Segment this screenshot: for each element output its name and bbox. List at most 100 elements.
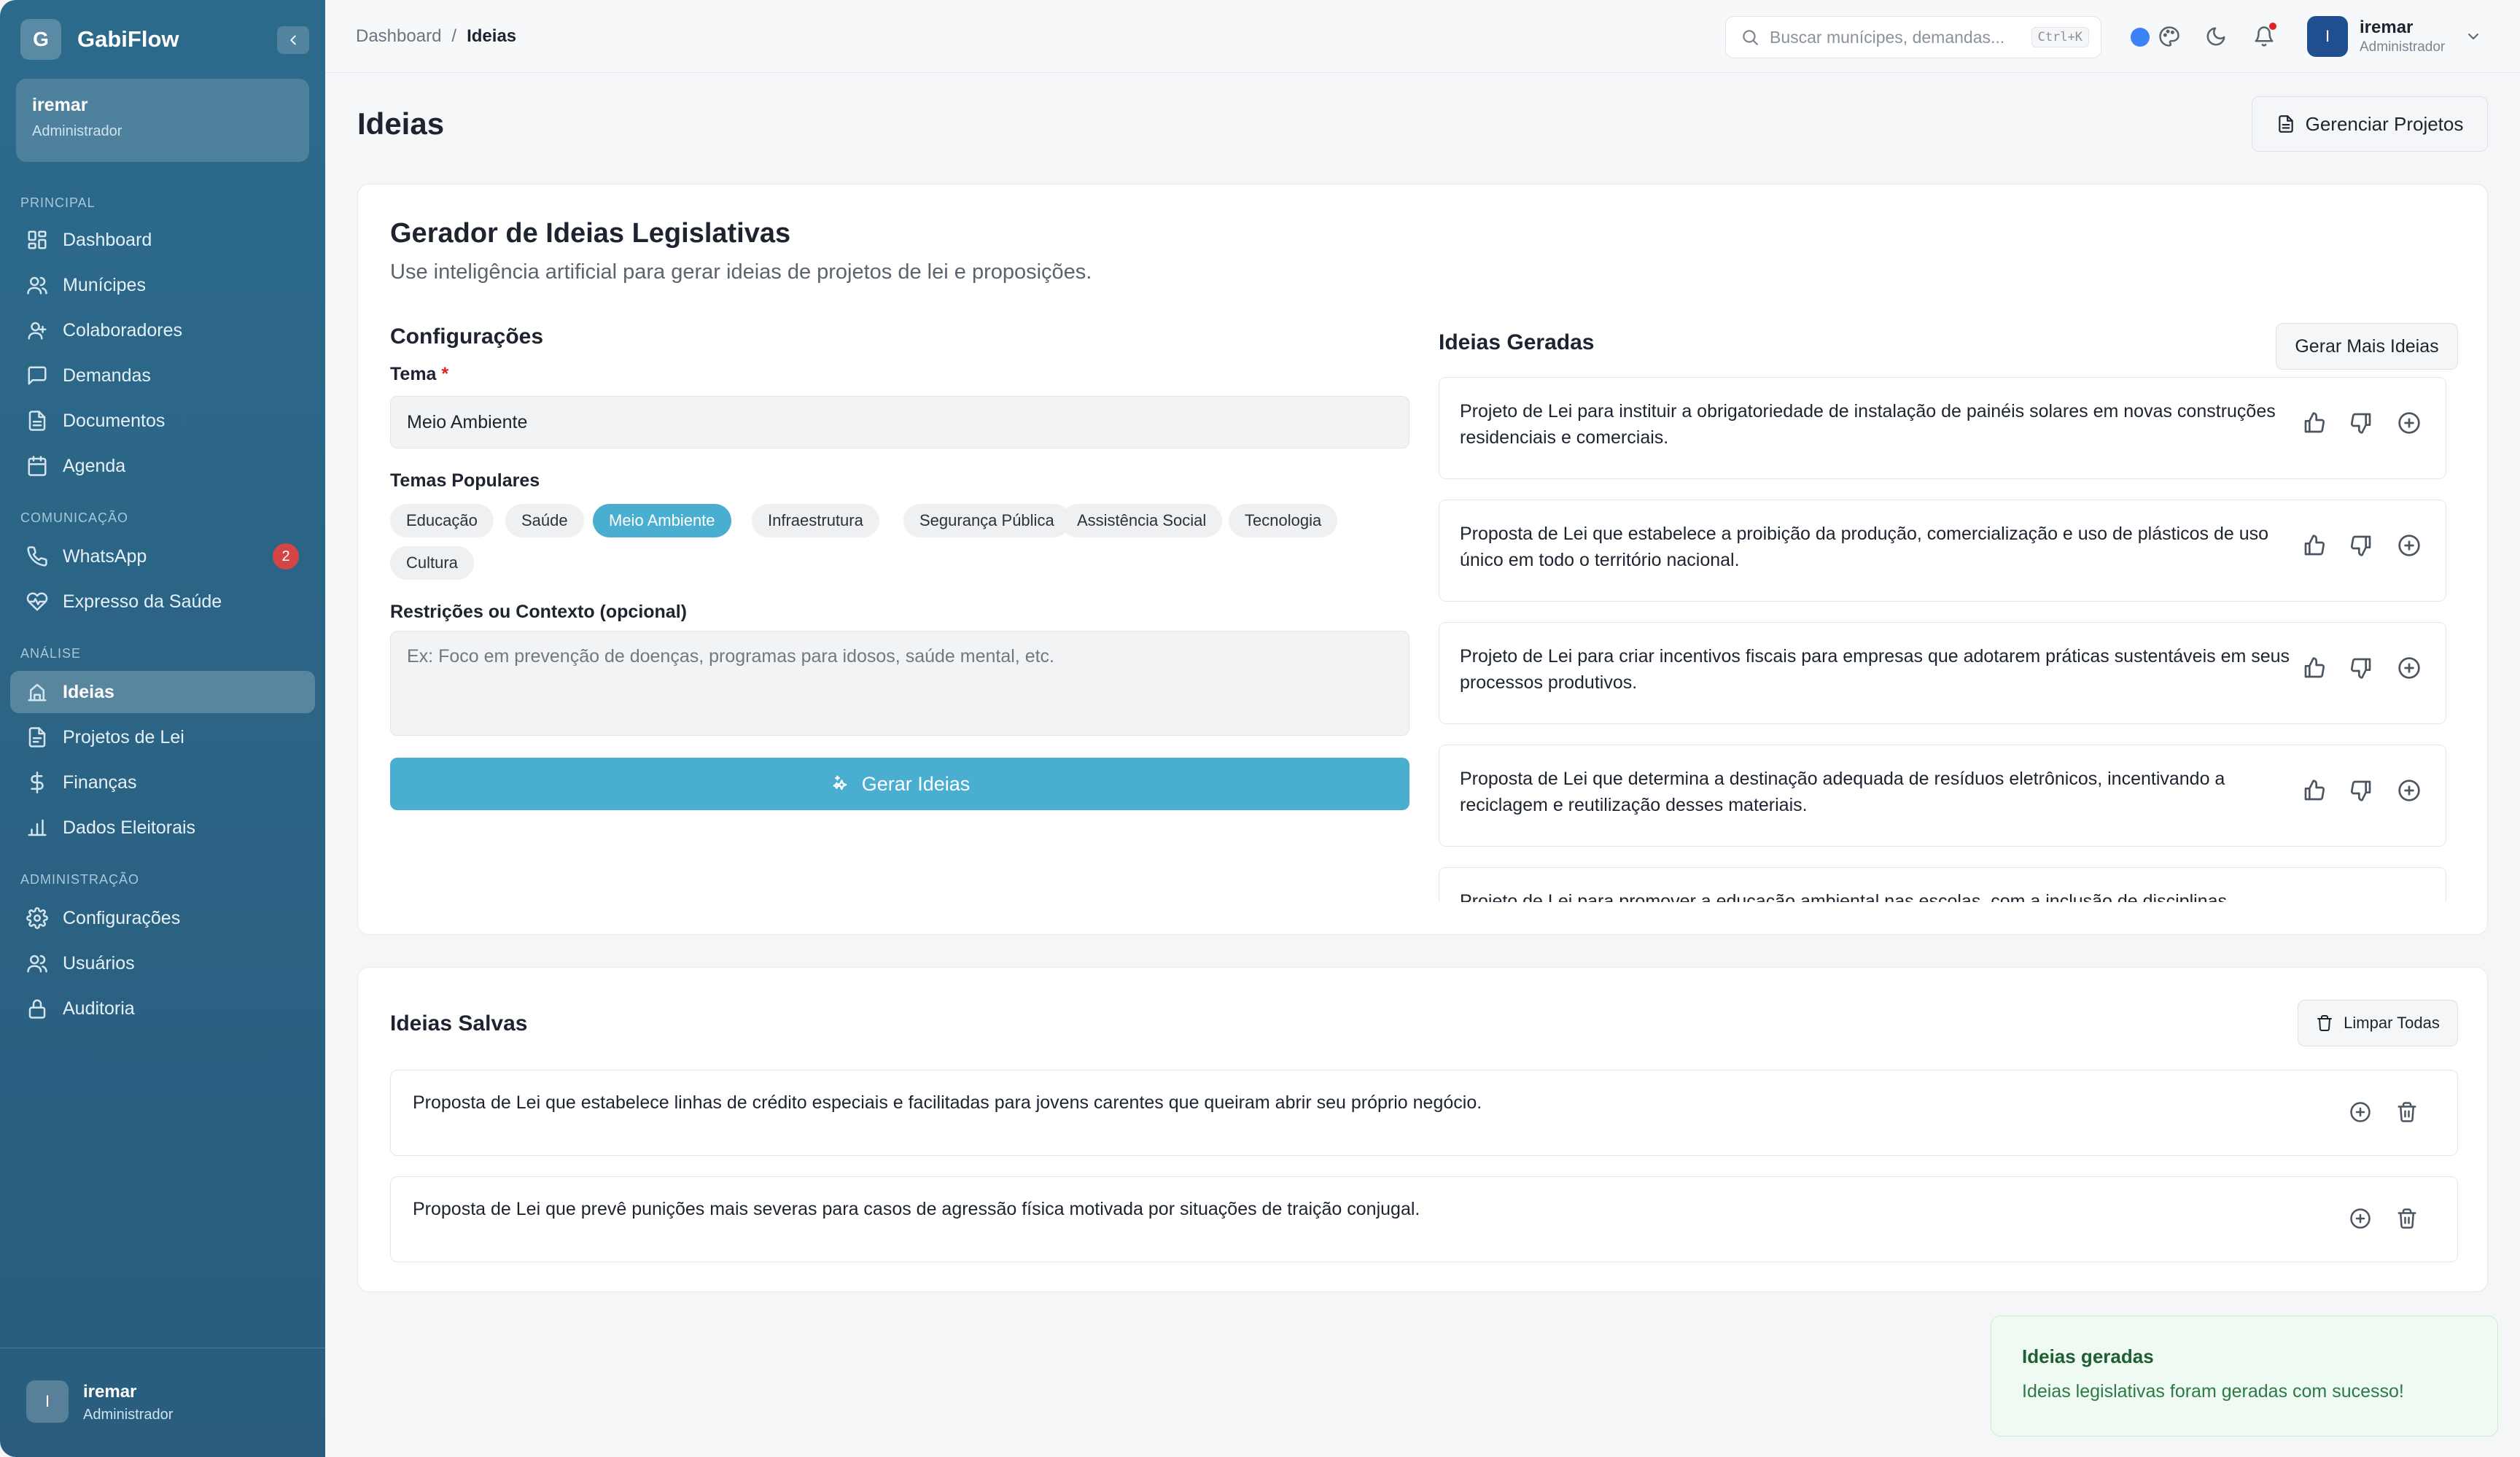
moon-icon xyxy=(2206,27,2225,46)
sidebar-item-agenda[interactable]: Agenda xyxy=(10,445,315,487)
avatar[interactable]: I xyxy=(2307,16,2348,57)
sidebar-item-dashboard[interactable]: Dashboard xyxy=(10,219,315,261)
sidebar-footer[interactable]: I iremar Administrador xyxy=(0,1348,325,1457)
collapse-sidebar-button[interactable] xyxy=(277,26,309,54)
topbar: Dashboard / Ideias Buscar munícipes, dem… xyxy=(325,0,2520,73)
sidebar-item-demandas[interactable]: Demandas xyxy=(10,354,315,397)
sidebar-item-colaboradores[interactable]: Colaboradores xyxy=(10,309,315,351)
like-button[interactable] xyxy=(2303,779,2326,802)
theme-chip-educacao[interactable]: Educação xyxy=(390,504,494,537)
generate-ideas-label: Gerar Ideias xyxy=(861,772,971,795)
footer-user-name: iremar xyxy=(83,1382,137,1402)
sidebar-item-label: Configurações xyxy=(63,907,181,928)
clear-all-button[interactable]: Limpar Todas xyxy=(2298,1000,2458,1046)
generate-ideas-button[interactable]: Gerar Ideias xyxy=(390,758,1409,810)
generated-idea-item: Projeto de Lei para instituir a obrigato… xyxy=(1439,377,2446,479)
thumbs-up-icon xyxy=(2304,535,2325,556)
sidebar-item-municipes[interactable]: Munícipes xyxy=(10,264,315,306)
sidebar-item-label: Projetos de Lei xyxy=(63,726,184,747)
sidebar-item-label: Munícipes xyxy=(63,274,146,295)
sidebar-item-label: Expresso da Saúde xyxy=(63,591,222,612)
idea-text: Proposta de Lei que estabelece a proibiç… xyxy=(1460,524,2269,570)
sidebar-item-ideias[interactable]: Ideias xyxy=(10,671,315,713)
phone-icon xyxy=(27,546,47,567)
sidebar: G GabiFlow iremar Administrador PRINCIPA… xyxy=(0,0,325,1457)
sidebar-item-usuarios[interactable]: Usuários xyxy=(10,942,315,984)
lock-icon xyxy=(28,999,46,1019)
topbar-user-role: Administrador xyxy=(2360,39,2446,55)
dark-mode-toggle[interactable] xyxy=(2205,26,2227,47)
delete-saved-idea-button[interactable] xyxy=(2396,1208,2418,1229)
heart-pulse-icon xyxy=(26,592,48,611)
users-icon xyxy=(27,955,47,973)
save-idea-button[interactable] xyxy=(2398,779,2421,802)
idea-text: Projeto de Lei para criar incentivos fis… xyxy=(1460,646,2290,693)
sidebar-user-card: iremar Administrador xyxy=(16,79,309,162)
sidebar-item-label: WhatsApp xyxy=(63,545,147,567)
sidebar-item-expresso-da-saude[interactable]: Expresso da Saúde xyxy=(10,580,315,623)
breadcrumb-dashboard[interactable]: Dashboard xyxy=(356,26,441,47)
delete-saved-idea-button[interactable] xyxy=(2396,1101,2418,1123)
success-toast[interactable]: Ideias geradas Ideias legislativas foram… xyxy=(1991,1316,2498,1437)
dislike-button[interactable] xyxy=(2349,411,2373,435)
breadcrumb: Dashboard / Ideias xyxy=(356,26,516,47)
message-icon xyxy=(28,366,47,385)
palette-button[interactable] xyxy=(2158,26,2180,47)
topbar-user-name[interactable]: iremar xyxy=(2360,18,2413,38)
theme-chip-meio-ambiente[interactable]: Meio Ambiente xyxy=(593,504,731,537)
like-button[interactable] xyxy=(2303,411,2326,435)
theme-chip-cultura[interactable]: Cultura xyxy=(390,546,474,580)
saved-idea-item: Proposta de Lei que prevê punições mais … xyxy=(390,1176,2458,1262)
save-idea-button[interactable] xyxy=(2398,656,2421,680)
sidebar-item-configuracoes[interactable]: Configurações xyxy=(10,897,315,939)
theme-input[interactable]: Meio Ambiente xyxy=(390,396,1409,448)
dislike-button[interactable] xyxy=(2349,656,2373,680)
section-label-analise: ANÁLISE xyxy=(20,646,82,661)
sidebar-item-dados-eleitorais[interactable]: Dados Eleitorais xyxy=(10,807,315,849)
avatar: I xyxy=(26,1380,69,1423)
chevron-left-icon xyxy=(290,35,296,45)
required-marker: * xyxy=(441,364,449,384)
sidebar-item-documentos[interactable]: Documentos xyxy=(10,400,315,442)
save-idea-button[interactable] xyxy=(2398,534,2421,557)
sidebar-item-auditoria[interactable]: Auditoria xyxy=(10,987,315,1030)
theme-chip-tecnologia[interactable]: Tecnologia xyxy=(1229,504,1338,537)
like-button[interactable] xyxy=(2303,656,2326,680)
add-to-projects-button[interactable] xyxy=(2349,1101,2371,1123)
search-input[interactable]: Buscar munícipes, demandas... Ctrl+K xyxy=(1725,16,2101,58)
generated-idea-item: Projeto de Lei para promover a educação … xyxy=(1439,867,2446,902)
theme-color-dot[interactable] xyxy=(2131,28,2150,47)
sidebar-item-label: Dashboard xyxy=(63,229,152,250)
like-button[interactable] xyxy=(2303,534,2326,557)
theme-chip-assistencia-social[interactable]: Assistência Social xyxy=(1061,504,1223,537)
sidebar-item-financas[interactable]: Finanças xyxy=(10,761,315,804)
file-text-icon xyxy=(28,727,46,747)
like-button[interactable] xyxy=(2303,901,2326,902)
dislike-button[interactable] xyxy=(2349,534,2373,557)
save-idea-button[interactable] xyxy=(2398,901,2421,902)
notifications-button[interactable] xyxy=(2253,23,2276,47)
generate-more-button[interactable]: Gerar Mais Ideias xyxy=(2276,323,2458,370)
gear-icon xyxy=(26,907,48,929)
dislike-button[interactable] xyxy=(2349,901,2373,902)
plus-circle-icon xyxy=(2350,1102,2371,1122)
app-logo: G xyxy=(20,19,61,60)
generated-idea-item: Projeto de Lei para criar incentivos fis… xyxy=(1439,622,2446,724)
generated-ideas-list[interactable]: Projeto de Lei para instituir a obrigato… xyxy=(1439,377,2458,902)
theme-chip-saude[interactable]: Saúde xyxy=(505,504,584,537)
sidebar-item-whatsapp[interactable]: WhatsApp 2 xyxy=(10,535,315,578)
manage-projects-button[interactable]: Gerenciar Projetos xyxy=(2252,96,2488,152)
theme-chip-seguranca-publica[interactable]: Segurança Pública xyxy=(903,504,1070,537)
whatsapp-count-badge: 2 xyxy=(273,543,299,570)
context-textarea[interactable]: Ex: Foco em prevenção de doenças, progra… xyxy=(390,631,1409,736)
idea-text: Proposta de Lei que determina a destinaç… xyxy=(1460,769,2225,815)
add-to-projects-button[interactable] xyxy=(2349,1208,2371,1229)
dislike-button[interactable] xyxy=(2349,779,2373,802)
saved-idea-text: Proposta de Lei que prevê punições mais … xyxy=(413,1199,1420,1219)
save-idea-button[interactable] xyxy=(2398,411,2421,435)
sidebar-item-projetos-de-lei[interactable]: Projetos de Lei xyxy=(10,716,315,758)
sidebar-user-role: Administrador xyxy=(32,123,122,139)
saved-idea-text: Proposta de Lei que estabelece linhas de… xyxy=(413,1092,1482,1113)
user-menu-toggle[interactable] xyxy=(2465,28,2482,45)
theme-chip-infraestrutura[interactable]: Infraestrutura xyxy=(752,504,879,537)
